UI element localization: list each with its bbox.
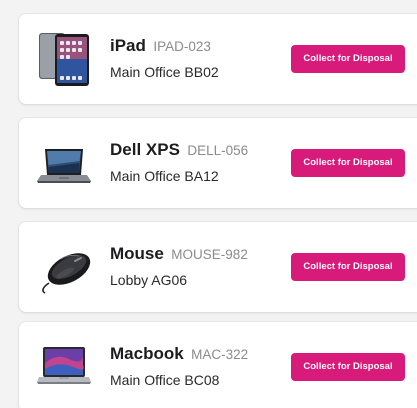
asset-info: iPad IPAD-023 Main Office BB02	[110, 36, 219, 81]
ipad-image	[35, 31, 93, 87]
macbook-image	[35, 339, 93, 395]
asset-card: iPad IPAD-023 Main Office BB02 Collect f…	[19, 14, 417, 104]
asset-card: Mouse MOUSE-982 Lobby AG06 Collect for D…	[19, 222, 417, 312]
mouse-image	[35, 239, 93, 295]
asset-list: iPad IPAD-023 Main Office BB02 Collect f…	[0, 0, 417, 408]
asset-code: DELL-056	[187, 143, 249, 158]
asset-location: Main Office BB02	[110, 64, 219, 80]
asset-code: MAC-322	[191, 347, 249, 362]
asset-card: Dell XPS DELL-056 Main Office BA12 Colle…	[19, 118, 417, 208]
asset-location: Main Office BC08	[110, 372, 220, 388]
collect-for-disposal-button[interactable]: Collect for Disposal	[291, 45, 405, 73]
asset-name: iPad	[110, 36, 146, 55]
asset-info: Mouse MOUSE-982 Lobby AG06	[110, 244, 248, 289]
collect-for-disposal-button[interactable]: Collect for Disposal	[291, 149, 405, 177]
asset-code: IPAD-023	[153, 39, 211, 54]
asset-info: Dell XPS DELL-056 Main Office BA12	[110, 140, 248, 185]
laptop-image	[35, 135, 93, 191]
collect-for-disposal-button[interactable]: Collect for Disposal	[291, 253, 405, 281]
asset-name: Mouse	[110, 244, 164, 263]
asset-code: MOUSE-982	[171, 247, 248, 262]
asset-info: Macbook MAC-322 Main Office BC08	[110, 344, 248, 389]
collect-for-disposal-button[interactable]: Collect for Disposal	[291, 353, 405, 381]
asset-location: Main Office BA12	[110, 168, 219, 184]
asset-location: Lobby AG06	[110, 272, 188, 288]
asset-card: Macbook MAC-322 Main Office BC08 Collect…	[19, 322, 417, 408]
asset-name: Macbook	[110, 344, 184, 363]
asset-name: Dell XPS	[110, 140, 180, 159]
